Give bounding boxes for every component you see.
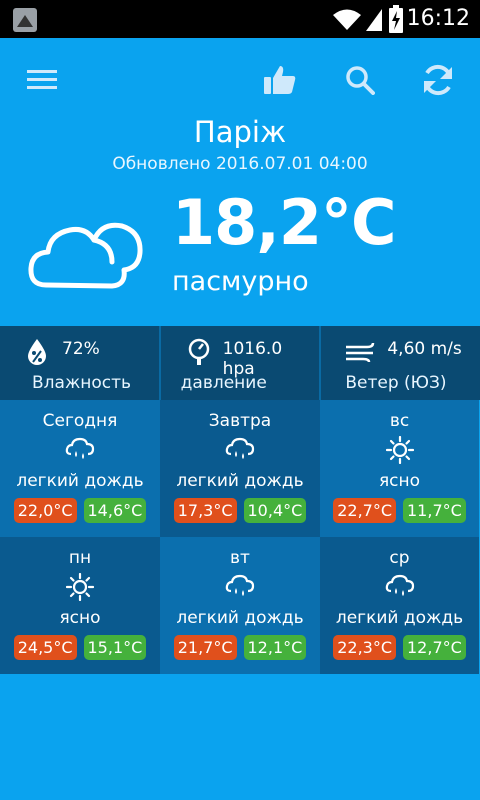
forecast-day-name: вт (230, 548, 250, 568)
high-temp-badge: 22,7°C (333, 498, 396, 523)
rain-cloud-icon (65, 437, 95, 459)
pressure-gauge-icon (188, 338, 209, 365)
forecast-day[interactable]: ср легкий дождь 22,3°C 12,7°C (320, 537, 479, 674)
forecast-grid: Сегодня легкий дождь 22,0°C 14,6°C Завтра… (0, 400, 480, 674)
cloudy-icon (28, 222, 143, 289)
stat-wind: 4,60 m/s Ветер (ЮЗ) (321, 326, 480, 400)
battery-charging-icon (389, 5, 403, 33)
forecast-day-name: пн (68, 548, 92, 568)
rain-cloud-icon (385, 574, 414, 596)
forecast-day-name: вс (389, 411, 410, 431)
refresh-icon (424, 64, 452, 96)
sun-icon (66, 573, 94, 601)
humidity-value: 72% (62, 339, 100, 359)
high-temp-badge: 24,5°C (13, 635, 77, 660)
weather-stats: 72% Влажность 1016.0 hpa давление 4,60 m… (0, 326, 480, 400)
status-bar: 16:12 (0, 0, 480, 38)
forecast-desc: ясно (59, 608, 101, 628)
forecast-desc: легкий дождь (335, 608, 464, 628)
forecast-day[interactable]: вт легкий дождь 21,7°C 12,1°C (160, 537, 320, 674)
app-bar (0, 38, 480, 122)
wifi-icon (333, 9, 361, 30)
low-temp-badge: 11,7°C (403, 498, 466, 523)
forecast-day-name: Завтра (208, 411, 272, 431)
current-condition: пасмурно (172, 266, 309, 297)
low-temp-badge: 15,1°C (83, 635, 147, 660)
low-temp-badge: 12,1°C (243, 635, 307, 660)
forecast-day[interactable]: Сегодня легкий дождь 22,0°C 14,6°C (0, 400, 160, 537)
high-temp-badge: 22,3°C (333, 635, 396, 660)
high-temp-badge: 21,7°C (173, 635, 237, 660)
forecast-desc: легкий дождь (176, 608, 304, 628)
search-icon (346, 66, 375, 95)
rate-button[interactable] (258, 58, 302, 102)
forecast-desc: легкий дождь (16, 471, 144, 491)
forecast-desc: ясно (378, 471, 421, 491)
updated-time: Обновлено 2016.07.01 04:00 (112, 154, 368, 174)
current-temperature: 18,2°C (172, 186, 396, 259)
stat-humidity: 72% Влажность (0, 326, 161, 400)
wind-label: Ветер (ЮЗ) (345, 373, 447, 393)
thumbs-up-icon (264, 66, 296, 94)
humidity-label: Влажность (32, 373, 132, 393)
signal-icon (366, 9, 382, 31)
city-name: Паріж (193, 115, 287, 149)
forecast-day-name: ср (389, 548, 410, 568)
low-temp-badge: 12,7°C (403, 635, 466, 660)
humidity-icon (28, 339, 46, 365)
hamburger-menu-icon (27, 70, 57, 89)
forecast-day[interactable]: пн ясно 24,5°C 15,1°C (0, 537, 160, 674)
high-temp-badge: 22,0°C (13, 498, 77, 523)
sun-icon (385, 436, 414, 464)
low-temp-badge: 14,6°C (83, 498, 147, 523)
rain-cloud-icon (225, 574, 255, 596)
forecast-day[interactable]: вс ясно 22,7°C 11,7°C (320, 400, 479, 537)
refresh-button[interactable] (416, 58, 460, 102)
status-time: 16:12 (406, 6, 470, 31)
stat-pressure: 1016.0 hpa давление (161, 326, 322, 400)
wind-value: 4,60 m/s (387, 339, 462, 359)
forecast-day[interactable]: Завтра легкий дождь 17,3°C 10,4°C (160, 400, 320, 537)
forecast-desc: легкий дождь (176, 471, 304, 491)
forecast-day-name: Сегодня (42, 411, 118, 431)
notification-app-icon (13, 8, 37, 32)
search-button[interactable] (338, 58, 382, 102)
pressure-label: давление (180, 373, 267, 393)
low-temp-badge: 10,4°C (243, 498, 307, 523)
high-temp-badge: 17,3°C (173, 498, 237, 523)
rain-cloud-icon (225, 437, 255, 459)
menu-button[interactable] (20, 58, 64, 102)
wind-icon (346, 342, 375, 362)
